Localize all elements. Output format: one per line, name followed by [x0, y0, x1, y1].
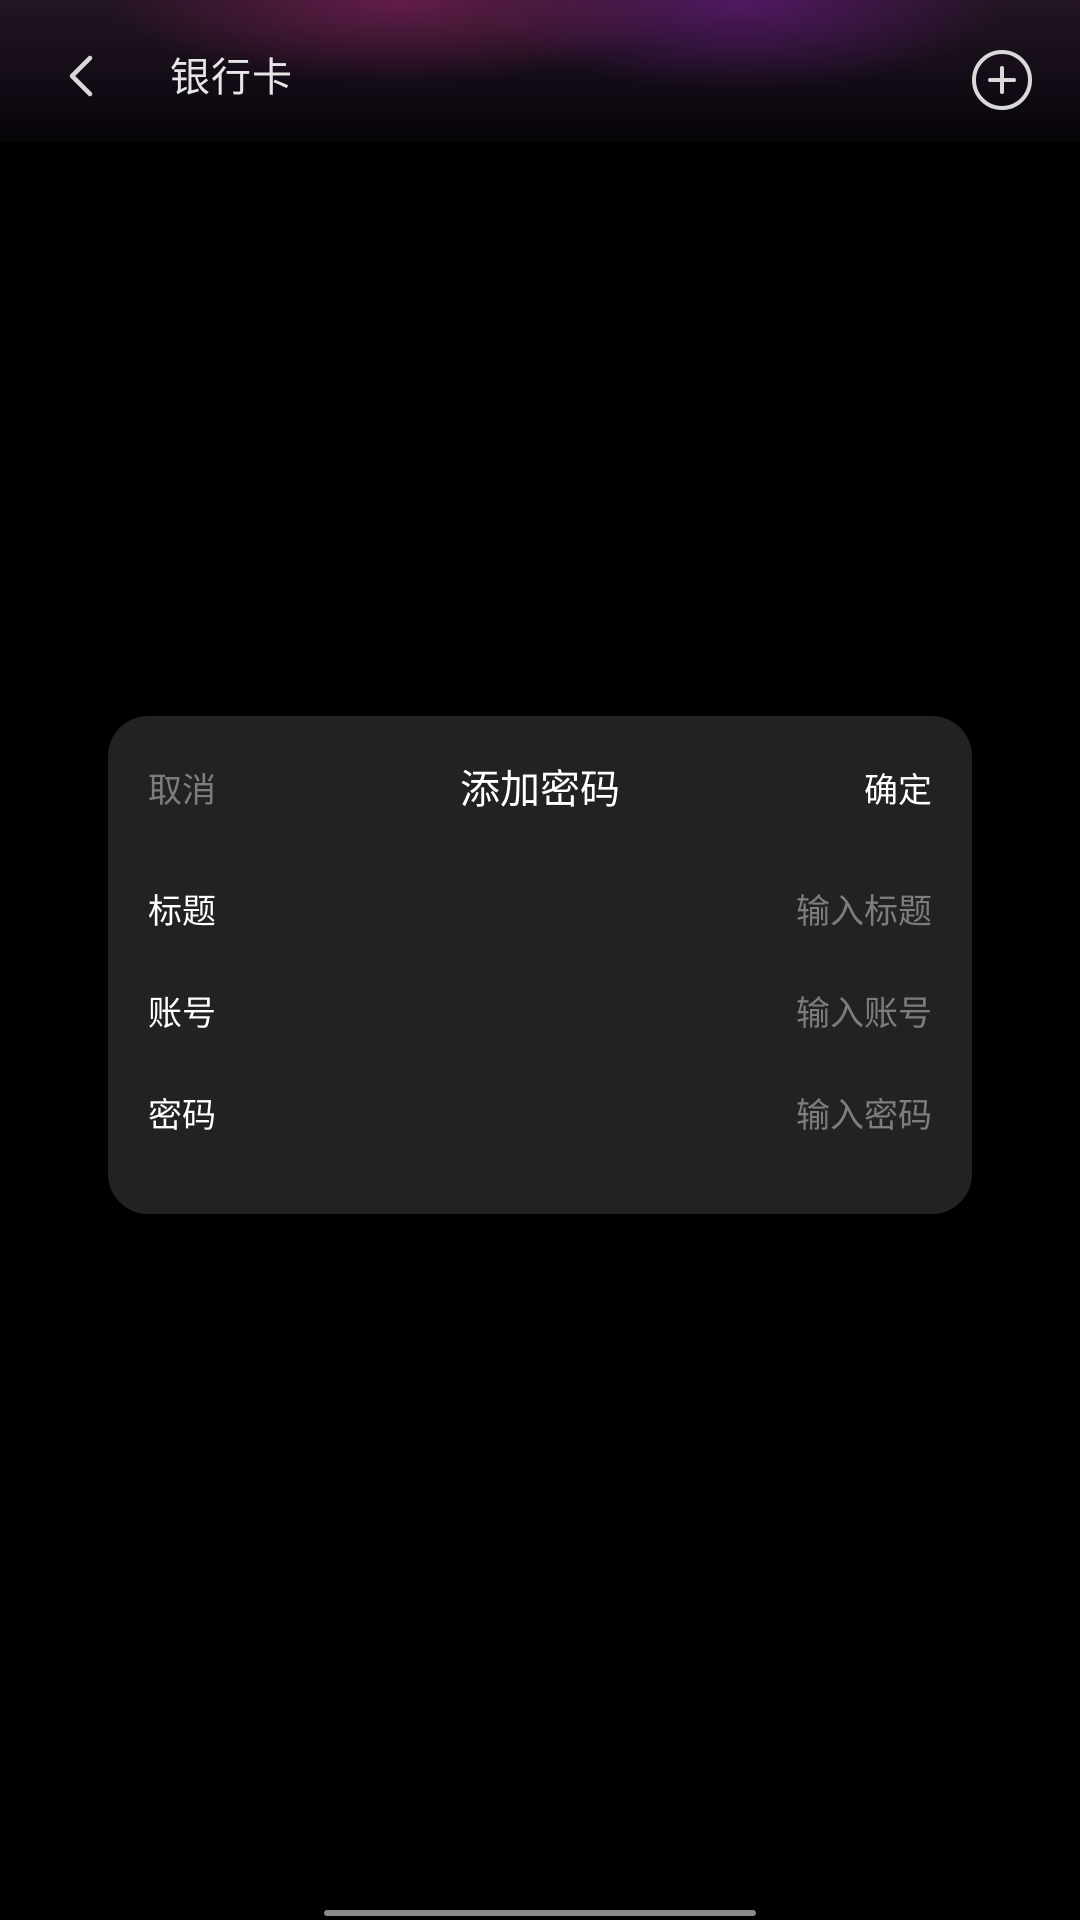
- screen: 银行卡 取消 添加密码 确定 标题 账号 密码: [0, 0, 1080, 1920]
- confirm-button[interactable]: 确定: [864, 766, 932, 816]
- dialog-title: 添加密码: [460, 767, 620, 813]
- plus-circle-icon: [972, 50, 1032, 110]
- chevron-left-icon: [69, 55, 93, 97]
- home-indicator[interactable]: [324, 1910, 756, 1916]
- add-button[interactable]: [968, 46, 1036, 114]
- page-title: 银行卡: [170, 55, 293, 101]
- password-field-row: 密码: [148, 1086, 932, 1146]
- title-input[interactable]: [412, 887, 932, 937]
- top-app-bar: 银行卡: [0, 0, 1080, 142]
- password-input[interactable]: [412, 1091, 932, 1141]
- account-field-label: 账号: [148, 994, 216, 1034]
- account-field-row: 账号: [148, 984, 932, 1044]
- account-input[interactable]: [412, 989, 932, 1039]
- title-field-row: 标题: [148, 882, 932, 942]
- password-field-label: 密码: [148, 1096, 216, 1136]
- add-password-dialog: 取消 添加密码 确定 标题 账号 密码: [108, 716, 972, 1214]
- title-field-label: 标题: [148, 892, 216, 932]
- back-button[interactable]: [52, 46, 112, 106]
